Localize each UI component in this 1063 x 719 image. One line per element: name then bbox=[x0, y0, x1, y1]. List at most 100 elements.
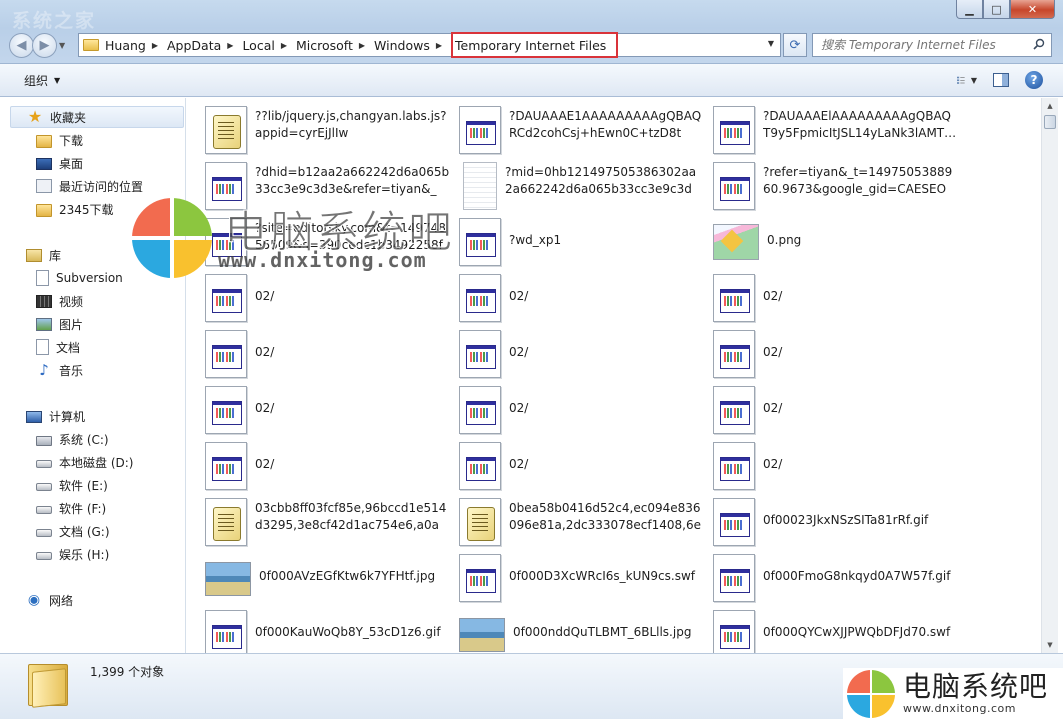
breadcrumb-item[interactable]: Huang ▶ bbox=[105, 38, 167, 53]
nav-item-downloads[interactable]: 下载 bbox=[36, 129, 83, 151]
file-item[interactable]: 02/ bbox=[205, 384, 455, 438]
nav-item-2345-downloads[interactable]: 2345下载 bbox=[36, 198, 114, 220]
maximize-button[interactable]: □ bbox=[983, 0, 1010, 19]
nav-item-subversion[interactable]: Subversion bbox=[36, 267, 123, 289]
file-item[interactable]: 02/ bbox=[205, 328, 455, 382]
breadcrumb-separator-icon[interactable]: ▶ bbox=[359, 41, 365, 50]
file-name: ?wd_xp1 bbox=[509, 233, 562, 247]
refresh-button[interactable]: ⟳ bbox=[783, 33, 807, 57]
navigation-pane: ★ 收藏夹 下载 桌面 最近访问的位置 2345下载 库 Subversion … bbox=[0, 98, 186, 653]
back-button[interactable]: ◀ bbox=[9, 33, 34, 58]
forward-button[interactable]: ▶ bbox=[32, 33, 57, 58]
corner-watermark-title: 电脑系统吧 bbox=[903, 670, 1049, 703]
nav-favorites[interactable]: ★ 收藏夹 bbox=[10, 106, 184, 128]
search-input[interactable] bbox=[821, 38, 1021, 52]
breadcrumb-item[interactable]: Local ▶ bbox=[242, 38, 296, 53]
web-page-icon bbox=[459, 218, 501, 266]
nav-network[interactable]: ◉ 网络 bbox=[26, 589, 73, 611]
nav-item-videos[interactable]: 视频 bbox=[36, 290, 83, 312]
file-name: ?dhid=b12aa2a662242d6a065b33cc3e9c3d3e&r… bbox=[255, 165, 450, 196]
nav-item-drive-f[interactable]: 软件 (F:) bbox=[36, 497, 106, 519]
breadcrumb-separator-icon[interactable]: ▶ bbox=[436, 41, 442, 50]
breadcrumb-separator-icon[interactable]: ▶ bbox=[152, 41, 158, 50]
navigation-buttons: ◀ ▶ ▼ bbox=[9, 33, 65, 58]
address-bar[interactable]: Huang ▶ AppData ▶ Local ▶ Microsoft ▶ Windows ▶ Te… bbox=[78, 32, 781, 58]
scroll-down-arrow-icon[interactable]: ▼ bbox=[1042, 637, 1058, 653]
file-item[interactable]: 02/ bbox=[459, 328, 709, 382]
nav-item-label: 系统 (C:) bbox=[59, 432, 109, 447]
breadcrumb-separator-icon[interactable]: ▶ bbox=[227, 41, 233, 50]
nav-item-label: 视频 bbox=[59, 294, 84, 309]
recent-pages-dropdown[interactable]: ▼ bbox=[59, 41, 65, 50]
file-item[interactable]: ?refer=tiyan&_t=1497505388960.9673&googl… bbox=[713, 160, 963, 214]
file-item[interactable]: 0f000KauWoQb8Y_53cD1z6.gif bbox=[205, 608, 455, 653]
file-item[interactable]: 0f000FmoG8nkqyd0A7W57f.gif bbox=[713, 552, 963, 606]
file-item[interactable]: 0.png bbox=[713, 216, 963, 270]
breadcrumb-item[interactable]: Windows ▶ bbox=[374, 38, 451, 53]
file-item[interactable]: 0f000D3XcWRcI6s_kUN9cs.swf bbox=[459, 552, 709, 606]
vertical-scrollbar[interactable]: ▲ ▼ bbox=[1041, 98, 1058, 653]
web-page-icon bbox=[205, 330, 247, 378]
file-item[interactable]: 02/ bbox=[459, 384, 709, 438]
file-item[interactable]: ?dhid=b12aa2a662242d6a065b33cc3e9c3d3e&r… bbox=[205, 160, 455, 214]
nav-computer[interactable]: 计算机 bbox=[26, 405, 85, 427]
nav-item-drive-c[interactable]: 系统 (C:) bbox=[36, 428, 109, 450]
nav-item-drive-h[interactable]: 娱乐 (H:) bbox=[36, 543, 109, 565]
nav-item-desktop[interactable]: 桌面 bbox=[36, 152, 83, 174]
file-item[interactable]: 02/ bbox=[713, 384, 963, 438]
scroll-up-arrow-icon[interactable]: ▲ bbox=[1042, 98, 1058, 114]
search-box[interactable] bbox=[812, 33, 1052, 57]
nav-favorites-label: 收藏夹 bbox=[50, 110, 87, 125]
file-item[interactable]: ??lib/jquery.js,changyan.labs.js?appid=c… bbox=[205, 104, 455, 158]
breadcrumb-item[interactable]: Temporary Internet Files bbox=[451, 32, 619, 58]
change-view-button[interactable]: ▼ bbox=[957, 70, 977, 90]
web-page-icon bbox=[713, 554, 755, 602]
file-item[interactable]: 03cbb8ff03fcf85e,96bccd1e514d3295,3e8cf4… bbox=[205, 496, 455, 550]
file-item[interactable]: 02/ bbox=[713, 328, 963, 382]
address-history-dropdown[interactable]: ▼ bbox=[768, 39, 774, 48]
nav-item-drive-g[interactable]: 文档 (G:) bbox=[36, 520, 110, 542]
web-page-icon bbox=[459, 386, 501, 434]
library-icon bbox=[26, 248, 42, 262]
scrollbar-thumb[interactable] bbox=[1044, 115, 1056, 129]
nav-item-pictures[interactable]: 图片 bbox=[36, 313, 83, 335]
preview-pane-icon bbox=[993, 73, 1009, 87]
nav-item-drive-e[interactable]: 软件 (E:) bbox=[36, 474, 108, 496]
nav-item-music[interactable]: ♪ 音乐 bbox=[36, 359, 83, 381]
nav-libraries[interactable]: 库 bbox=[26, 244, 61, 266]
web-page-icon bbox=[459, 554, 501, 602]
recent-places-icon bbox=[36, 179, 52, 193]
file-item[interactable]: ?wd_xp1 bbox=[459, 216, 709, 270]
file-item[interactable]: ?DAUAAAE1AAAAAAAAAgQBAQRCd2cohCsj+hEwn0C… bbox=[459, 104, 709, 158]
nav-item-documents[interactable]: 文档 bbox=[36, 336, 80, 358]
file-item[interactable]: ?DAUAAAElAAAAAAAAAgQBAQT9y5FpmicItJSL14y… bbox=[713, 104, 963, 158]
file-item[interactable]: 0f000QYCwXJJPWQbDFJd70.swf bbox=[713, 608, 963, 653]
video-icon bbox=[36, 294, 52, 308]
breadcrumb-item[interactable]: AppData ▶ bbox=[167, 38, 242, 53]
file-item[interactable]: ?site=editorsky.com&t=14974855509&s=390c… bbox=[205, 216, 455, 270]
nav-item-recent-places[interactable]: 最近访问的位置 bbox=[36, 175, 143, 197]
script-icon bbox=[459, 498, 501, 546]
file-item[interactable]: 02/ bbox=[713, 272, 963, 326]
file-item[interactable]: 0f000AVzEGfKtw6k7YFHtf.jpg bbox=[205, 552, 455, 606]
file-item[interactable]: 02/ bbox=[713, 440, 963, 494]
file-item[interactable]: 0f000nddQuTLBMT_6BLlls.jpg bbox=[459, 608, 709, 653]
file-item[interactable]: 0bea58b0416d52c4,ec094e836096e81a,2dc333… bbox=[459, 496, 709, 550]
breadcrumb-separator-icon[interactable]: ▶ bbox=[281, 41, 287, 50]
file-item[interactable]: 02/ bbox=[459, 440, 709, 494]
nav-item-drive-d[interactable]: 本地磁盘 (D:) bbox=[36, 451, 133, 473]
preview-pane-button[interactable] bbox=[991, 70, 1011, 90]
file-item[interactable]: 02/ bbox=[205, 272, 455, 326]
help-icon[interactable]: ? bbox=[1025, 71, 1043, 89]
file-item[interactable]: 02/ bbox=[459, 272, 709, 326]
minimize-button[interactable]: ▁ bbox=[956, 0, 983, 19]
close-button[interactable]: ✕ bbox=[1010, 0, 1055, 19]
file-item[interactable]: 0f00023JkxNSzSITa81rRf.gif bbox=[713, 496, 963, 550]
organize-menu-button[interactable]: 组织 ▼ bbox=[24, 72, 60, 89]
window-controls: ▁ □ ✕ bbox=[956, 0, 1055, 19]
chevron-down-icon[interactable]: ▼ bbox=[971, 76, 977, 85]
search-icon[interactable] bbox=[1033, 38, 1045, 50]
file-item[interactable]: ?mid=0hb121497505386302aa2a662242d6a065b… bbox=[459, 160, 709, 214]
file-item[interactable]: 02/ bbox=[205, 440, 455, 494]
breadcrumb-item[interactable]: Microsoft ▶ bbox=[296, 38, 374, 53]
